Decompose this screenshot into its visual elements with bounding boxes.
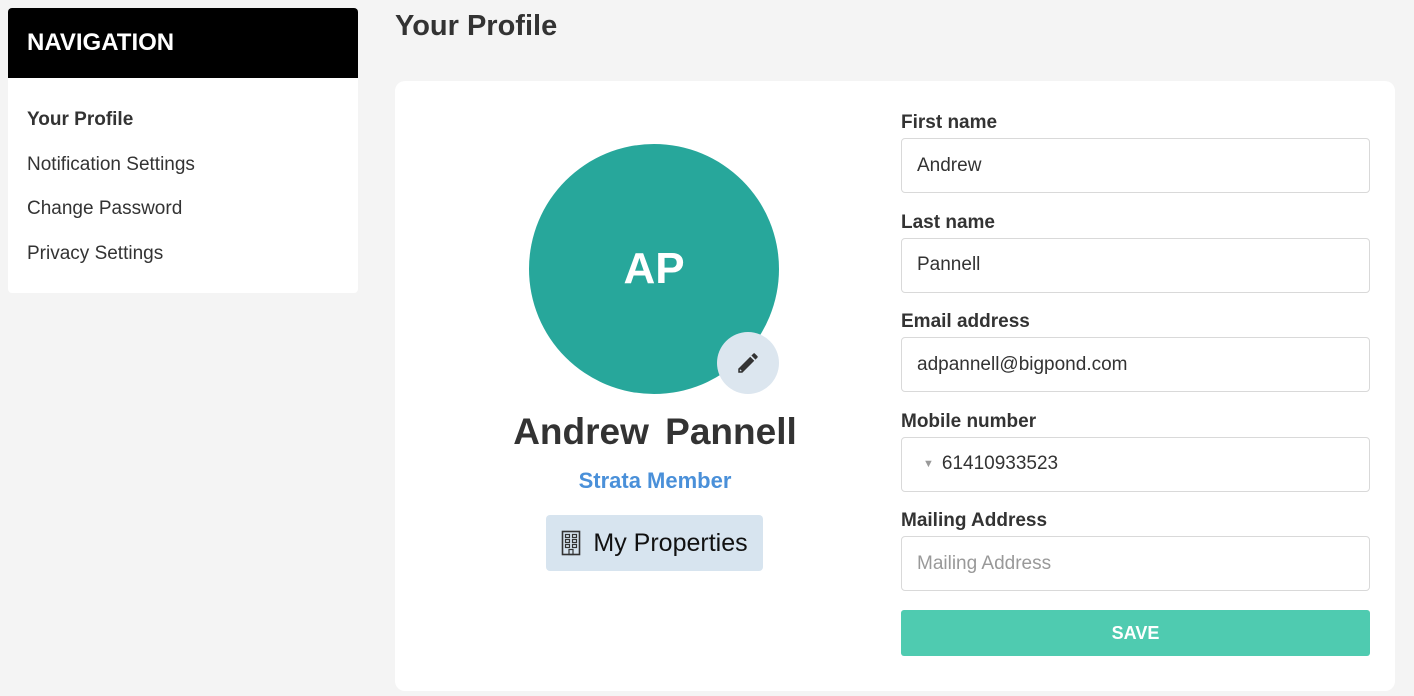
user-role: Strata Member [578, 468, 732, 493]
mobile-field: Mobile number ▼ [901, 408, 1370, 508]
sidebar-item-privacy-settings[interactable]: Privacy Settings [8, 232, 358, 277]
last-name-field: Last name [901, 209, 1370, 309]
user-first-name: Andrew [513, 411, 649, 452]
mailing-address-box [901, 536, 1370, 591]
first-name-field: First name [901, 109, 1370, 209]
profile-card: AP Andrew Pannell Strata Member My Prope… [395, 81, 1395, 691]
save-button[interactable]: SAVE [901, 610, 1370, 656]
edit-avatar-button[interactable] [717, 332, 779, 394]
building-icon [562, 530, 581, 556]
mobile-input[interactable] [941, 453, 1369, 475]
mailing-address-field: Mailing Address [901, 507, 1370, 607]
first-name-input[interactable] [917, 154, 1369, 177]
email-input[interactable] [917, 353, 1369, 376]
my-properties-label: My Properties [593, 528, 748, 557]
mobile-label: Mobile number [901, 410, 1037, 432]
user-last-name: Pannell [665, 411, 797, 452]
email-label: Email address [901, 311, 1030, 332]
navigation-list: Your Profile Notification Settings Chang… [8, 78, 358, 276]
user-full-name: Andrew Pannell [455, 411, 855, 453]
mailing-address-input[interactable] [917, 552, 1369, 575]
mobile-box: ▼ [901, 436, 1370, 492]
page-title: Your Profile [395, 10, 558, 42]
last-name-input[interactable] [917, 254, 1369, 276]
sidebar-item-your-profile[interactable]: Your Profile [8, 98, 358, 143]
profile-form: First name Last name Email address Mobil… [901, 109, 1370, 607]
sidebar-item-notification-settings[interactable]: Notification Settings [8, 143, 358, 188]
mailing-address-label: Mailing Address [901, 510, 1048, 531]
pencil-icon [738, 353, 758, 373]
navigation-panel: NAVIGATION Your Profile Notification Set… [8, 8, 358, 293]
my-properties-button[interactable]: My Properties [546, 515, 763, 571]
first-name-label: First name [901, 112, 998, 133]
navigation-header: NAVIGATION [8, 8, 358, 78]
sidebar-item-change-password[interactable]: Change Password [8, 187, 358, 232]
email-box [901, 337, 1370, 392]
last-name-label: Last name [901, 211, 995, 233]
country-code-dropdown-icon[interactable]: ▼ [923, 458, 934, 470]
email-field: Email address [901, 308, 1370, 408]
last-name-box [901, 237, 1370, 293]
first-name-box [901, 138, 1370, 193]
